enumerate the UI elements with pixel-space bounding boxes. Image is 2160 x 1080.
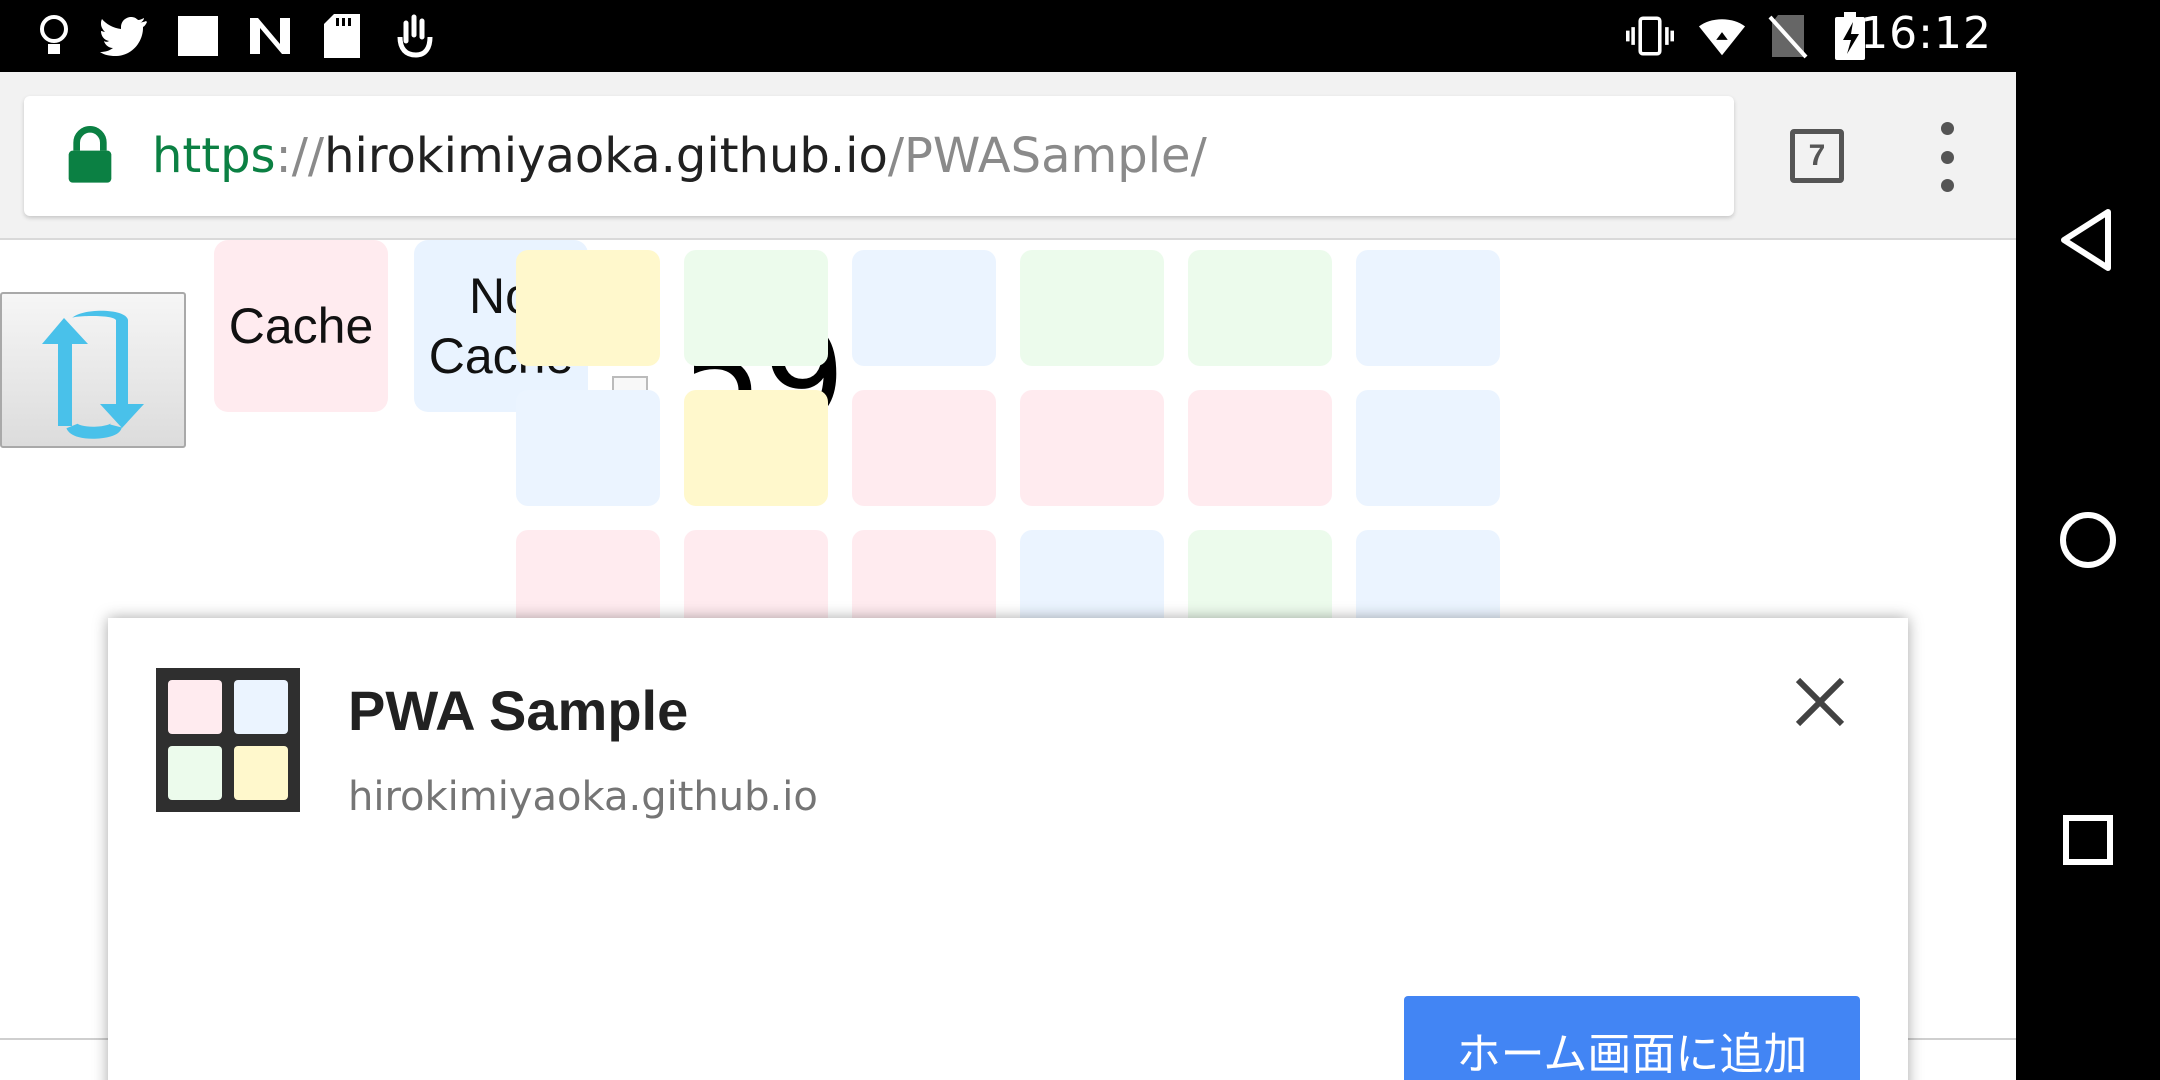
url-separator: ://	[275, 128, 325, 184]
vibrate-icon	[1626, 12, 1674, 60]
refresh-button[interactable]	[0, 292, 186, 448]
grid-cell[interactable]	[852, 390, 996, 506]
app-icon-quadrant	[168, 680, 222, 734]
refresh-icon	[42, 310, 144, 439]
square-icon	[174, 12, 222, 60]
recents-icon[interactable]	[2052, 804, 2124, 876]
app-icon-quadrant	[234, 746, 288, 800]
url-scheme: https	[152, 128, 276, 184]
add-to-home-button[interactable]: ホーム画面に追加	[1404, 996, 1860, 1080]
cache-button[interactable]: Cache	[214, 240, 388, 412]
grid-cell[interactable]	[516, 390, 660, 506]
no-sim-icon	[1764, 12, 1812, 60]
app-icon-quadrant	[168, 746, 222, 800]
app-origin: hirokimiyaoka.github.io	[348, 774, 818, 820]
add-to-home-dialog: PWA Sample hirokimiyaoka.github.io ホーム画面…	[108, 618, 1908, 1080]
url-text[interactable]: https://hirokimiyaoka.github.io/PWASampl…	[152, 128, 1207, 184]
wifi-icon	[1698, 12, 1746, 60]
tab-switcher-button[interactable]: 7	[1790, 129, 1844, 183]
url-bar[interactable]: https://hirokimiyaoka.github.io/PWASampl…	[24, 96, 1734, 216]
grid-cell[interactable]	[1356, 250, 1500, 366]
twitter-icon	[100, 12, 148, 60]
lock-icon	[68, 126, 112, 183]
grid-cell[interactable]	[852, 250, 996, 366]
url-host: hirokimiyaoka.github.io	[324, 128, 888, 184]
back-icon[interactable]	[2052, 204, 2124, 276]
browser-toolbar: https://hirokimiyaoka.github.io/PWASampl…	[0, 72, 2016, 240]
grid-cell[interactable]	[516, 250, 660, 366]
close-icon[interactable]	[1792, 674, 1848, 730]
app-name: PWA Sample	[348, 679, 689, 742]
overflow-menu-icon[interactable]	[1920, 122, 1974, 192]
grid-cell[interactable]	[1188, 390, 1332, 506]
tab-count: 7	[1808, 139, 1826, 172]
clock: 16:12	[1860, 8, 1992, 59]
grid-cell[interactable]	[684, 250, 828, 366]
url-path: /PWASample/	[887, 128, 1207, 184]
hand-icon	[390, 12, 438, 60]
n-icon	[246, 12, 294, 60]
grid-cell[interactable]	[1020, 390, 1164, 506]
sd-card-icon	[318, 12, 366, 60]
grid-cell[interactable]	[1356, 390, 1500, 506]
grid-cell[interactable]	[1020, 250, 1164, 366]
app-icon-quadrant	[234, 680, 288, 734]
app-icon	[156, 668, 300, 812]
home-icon[interactable]	[2052, 504, 2124, 576]
lightbulb-icon	[30, 12, 78, 60]
navigation-bar	[2016, 0, 2160, 1080]
grid-cell[interactable]	[1188, 250, 1332, 366]
status-bar: 16:12	[0, 0, 2016, 72]
grid-cell[interactable]	[684, 390, 828, 506]
